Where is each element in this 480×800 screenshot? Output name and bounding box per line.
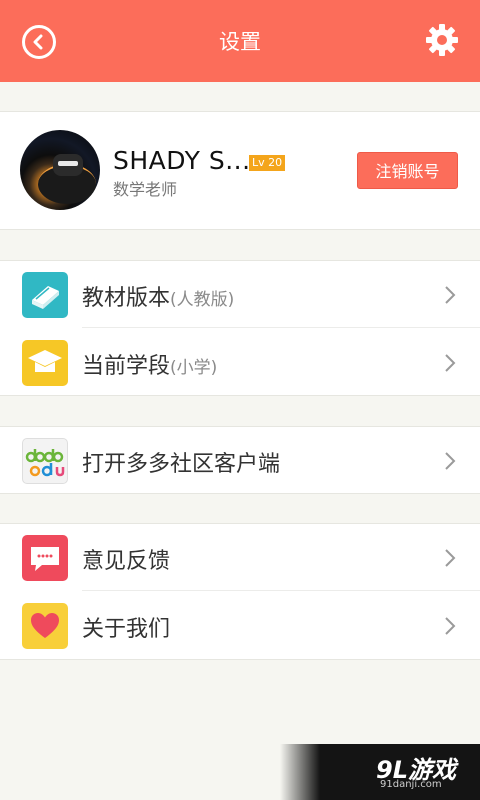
- settings-group-3: 意见反馈 关于我们: [0, 523, 480, 660]
- divider: [82, 590, 480, 591]
- page-title: 设置: [219, 30, 261, 54]
- menu-item-open-dodo-client[interactable]: 打开多多社区客户端: [0, 427, 480, 494]
- heart-icon: [22, 603, 68, 649]
- settings-group-2: 打开多多社区客户端: [0, 426, 480, 494]
- menu-item-school-stage[interactable]: 当前学段(小学): [0, 329, 480, 396]
- menu-item-about-us[interactable]: 关于我们: [0, 592, 480, 659]
- menu-item-title: 教材版本: [82, 286, 171, 311]
- watermark-url: 91danji.com: [380, 779, 442, 790]
- settings-group-1: 教材版本(人教版) 当前学段(小学): [0, 260, 480, 396]
- menu-item-subtitle: (人教版): [170, 290, 235, 310]
- menu-item-subtitle: (小学): [170, 358, 218, 378]
- divider: [82, 327, 480, 328]
- menu-item-title: 打开多多社区客户端: [82, 452, 281, 477]
- avatar-figure: [53, 154, 83, 176]
- menu-item-title: 意见反馈: [82, 549, 171, 574]
- book-icon: [22, 272, 68, 318]
- menu-item-label: 教材版本(人教版): [82, 280, 234, 312]
- app-header: 设置: [0, 0, 480, 82]
- menu-item-title: 当前学段: [82, 354, 171, 379]
- logout-button[interactable]: 注销账号: [357, 152, 458, 189]
- dodo-edu-logo: [22, 438, 68, 484]
- menu-item-feedback[interactable]: 意见反馈: [0, 524, 480, 591]
- feedback-chat-icon: [22, 535, 68, 581]
- chevron-right-icon: [445, 286, 456, 304]
- chevron-right-icon: [445, 617, 456, 635]
- menu-item-label: 当前学段(小学): [82, 348, 217, 380]
- gear-icon[interactable]: [424, 22, 460, 58]
- level-badge: Lv 20: [249, 155, 286, 171]
- chevron-right-icon: [445, 452, 456, 470]
- chevron-right-icon: [445, 354, 456, 372]
- user-role: 数学老师: [113, 180, 178, 199]
- user-name: SHADY S...: [113, 146, 251, 175]
- avatar[interactable]: [20, 130, 100, 210]
- chevron-right-icon: [445, 549, 456, 567]
- graduation-cap-icon: [22, 340, 68, 386]
- menu-item-textbook-version[interactable]: 教材版本(人教版): [0, 261, 480, 328]
- menu-item-title: 关于我们: [82, 617, 171, 642]
